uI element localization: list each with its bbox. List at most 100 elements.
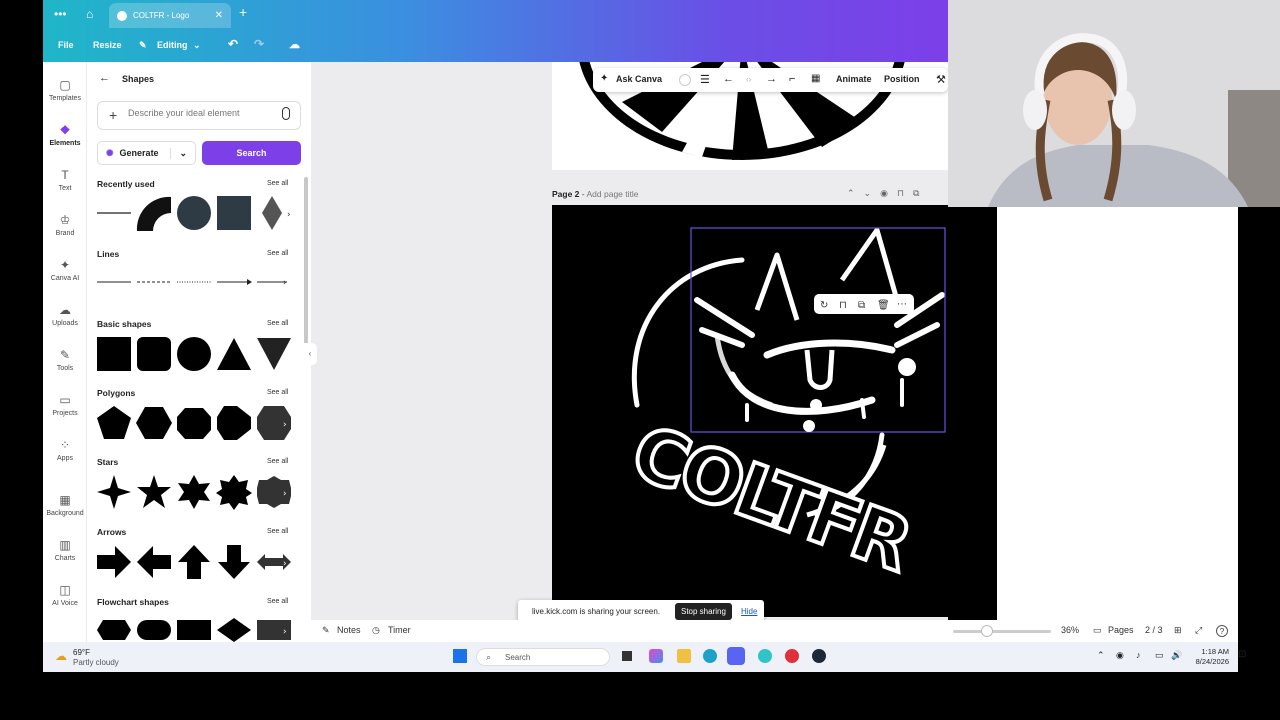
zoom-slider-knob[interactable]	[981, 625, 993, 637]
clock-time[interactable]: 1:18 AM	[1193, 647, 1229, 656]
process-shape[interactable]	[177, 620, 211, 640]
rail-item-elements[interactable]: ❖ Elements	[43, 123, 87, 147]
rail-item-brand[interactable]: ♔ Brand	[43, 213, 87, 237]
clock-date[interactable]: 8/24/2026	[1188, 657, 1229, 666]
rail-item-text[interactable]: T Text	[43, 168, 87, 192]
lock-icon[interactable]: ⊓	[897, 188, 913, 198]
steam-icon[interactable]	[812, 649, 826, 663]
edge-icon[interactable]	[703, 649, 717, 663]
timer-icon[interactable]: ◷	[372, 625, 380, 636]
hide-banner-link[interactable]: Hide	[741, 607, 757, 616]
page-2-label[interactable]: Page 2 - Add page title	[552, 189, 638, 199]
refresh-icon[interactable]: ↻	[820, 300, 828, 311]
microphone-tray-icon[interactable]: ♪	[1136, 650, 1141, 660]
notes-icon[interactable]: ✎	[322, 625, 330, 636]
file-menu[interactable]: File	[58, 40, 74, 50]
paint-format-icon[interactable]: ⚒	[936, 73, 946, 86]
copilot-icon[interactable]	[649, 649, 663, 663]
arrow-right-icon[interactable]: →	[766, 73, 777, 85]
rail-item-projects[interactable]: ▭ Projects	[43, 393, 87, 417]
up-arrow-shape[interactable]	[178, 545, 210, 579]
volume-icon[interactable]: 🔊	[1171, 650, 1182, 661]
more-dots-icon[interactable]: •••	[54, 7, 67, 21]
generate-button[interactable]: ✺ Generate ⌄	[97, 141, 196, 165]
duplicate-page-icon[interactable]: ⧉	[913, 188, 928, 198]
see-all-polygons[interactable]: See all	[267, 389, 288, 396]
zoom-slider[interactable]	[953, 630, 1051, 633]
browser-tab[interactable]: COLTFR - Logo ✕	[109, 3, 231, 28]
position-button[interactable]: Position	[884, 74, 920, 84]
circle-shape[interactable]	[177, 196, 211, 230]
opera-icon[interactable]	[785, 649, 799, 663]
hexagon-shape[interactable]	[136, 407, 172, 439]
rounded-square-shape[interactable]	[137, 337, 171, 371]
preparation-shape[interactable]	[97, 620, 131, 640]
octagon-shape[interactable]	[217, 406, 251, 440]
corner-icon[interactable]: ⌐	[789, 73, 795, 85]
windows-start-icon[interactable]	[453, 649, 467, 663]
chevron-right-icon[interactable]: ›	[283, 559, 287, 569]
describe-element-input[interactable]	[128, 108, 268, 118]
redo-icon[interactable]: ↷	[254, 37, 264, 51]
rail-item-uploads[interactable]: ☁ Uploads	[43, 303, 87, 327]
element-search-box[interactable]: +	[97, 101, 301, 130]
microphone-icon[interactable]	[282, 107, 290, 120]
page-title-placeholder[interactable]: Add page title	[587, 189, 639, 199]
search-button[interactable]: Search	[202, 141, 301, 165]
arc-shape[interactable]	[136, 196, 171, 231]
close-tab-icon[interactable]: ✕	[215, 10, 223, 21]
weather-temp[interactable]: 69°F	[73, 648, 90, 657]
pages-button[interactable]: Pages	[1108, 625, 1134, 635]
rail-item-templates[interactable]: ▢ Templates	[43, 78, 87, 102]
chevron-down-icon[interactable]: ⌄	[170, 147, 195, 159]
diamond-shape[interactable]	[262, 196, 282, 230]
notes-button[interactable]: Notes	[337, 625, 361, 635]
color-swatch[interactable]	[679, 74, 691, 86]
pentagon-shape[interactable]	[97, 406, 131, 439]
left-arrow-shape[interactable]	[137, 546, 171, 578]
fullscreen-icon[interactable]: ⤢	[1195, 625, 1202, 636]
file-explorer-icon[interactable]	[677, 649, 691, 663]
rotate-handle[interactable]	[810, 399, 822, 411]
triangle-shape[interactable]	[217, 338, 251, 370]
tray-chevron-up-icon[interactable]: ⌃	[1097, 650, 1105, 661]
chevron-right-icon[interactable]: ›	[283, 278, 287, 288]
chevron-down-icon[interactable]: ⌄	[193, 40, 201, 51]
tray-app-icon[interactable]: ◉	[1116, 650, 1124, 661]
plus-icon[interactable]: +	[109, 107, 117, 123]
see-all-arrows[interactable]: See all	[267, 528, 288, 535]
undo-icon[interactable]: ↶	[228, 37, 238, 51]
more-icon[interactable]: ⋯	[897, 299, 907, 310]
chevron-right-icon[interactable]: ›	[283, 420, 287, 430]
eight-point-star[interactable]	[216, 475, 252, 510]
new-tab-icon[interactable]: +	[239, 4, 247, 20]
chevron-right-icon[interactable]: ›	[283, 489, 287, 499]
network-icon[interactable]: ▭	[1155, 650, 1164, 661]
coltfr-logo-artwork[interactable]: COLTFR ↻ ⊓ ⧉ 🗑 ⋯	[552, 205, 997, 617]
rail-item-ai-voice[interactable]: ◫ AI Voice	[43, 583, 87, 607]
line-weight-icon[interactable]: ☰	[700, 73, 710, 86]
timer-button[interactable]: Timer	[388, 625, 411, 635]
four-point-star[interactable]	[97, 475, 131, 509]
back-arrow-icon[interactable]: ←	[99, 72, 110, 84]
terminator-shape[interactable]	[137, 620, 171, 640]
zoom-level[interactable]: 36%	[1061, 625, 1079, 635]
canva-app-icon[interactable]	[758, 649, 772, 663]
rail-item-apps[interactable]: ⁘ Apps	[43, 438, 87, 462]
square-shape[interactable]	[217, 196, 251, 230]
task-view-icon[interactable]	[622, 651, 632, 661]
rail-item-canva-ai[interactable]: ✦ Canva AI	[43, 258, 87, 282]
chevron-up-icon[interactable]: ⌃	[847, 188, 864, 198]
lock-icon[interactable]: ⊓	[839, 300, 847, 311]
panel-scrollbar[interactable]	[304, 177, 308, 347]
cloud-saved-icon[interactable]: ☁	[289, 38, 300, 51]
see-all-flowchart[interactable]: See all	[267, 598, 288, 605]
right-arrow-shape[interactable]	[97, 546, 131, 578]
see-all-basic[interactable]: See all	[267, 320, 288, 327]
duplicate-icon[interactable]: ⧉	[858, 300, 865, 311]
move-handle[interactable]	[803, 420, 815, 432]
hide-page-icon[interactable]: ◉	[880, 188, 897, 198]
animate-button[interactable]: Animate	[836, 74, 872, 84]
chevron-right-icon[interactable]: ›	[287, 210, 291, 220]
five-point-star[interactable]	[137, 475, 171, 508]
